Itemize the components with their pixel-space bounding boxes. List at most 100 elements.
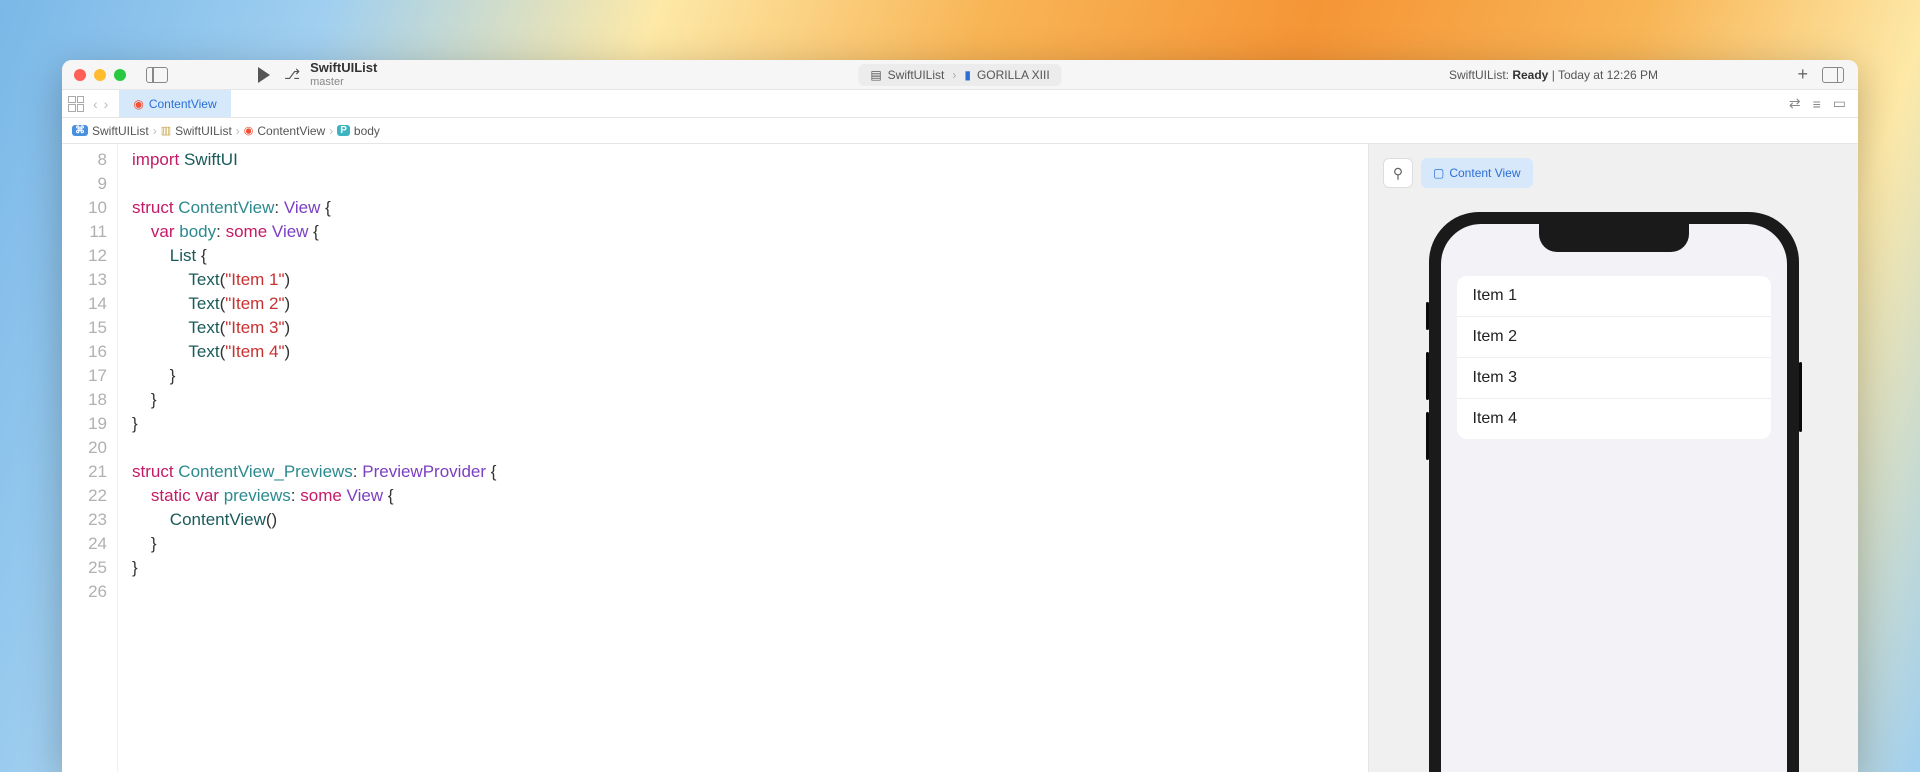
line-number: 23 xyxy=(62,508,107,532)
project-name: SwiftUIList xyxy=(310,61,377,75)
phone-power-button xyxy=(1799,362,1802,432)
breadcrumb-symbol[interactable]: body xyxy=(354,124,380,138)
code-line[interactable]: static var previews: some View { xyxy=(132,484,1368,508)
line-number: 14 xyxy=(62,292,107,316)
scheme-name: SwiftUIList xyxy=(888,68,945,82)
line-number: 10 xyxy=(62,196,107,220)
device-name: GORILLA XIII xyxy=(977,68,1050,82)
code-line[interactable]: } xyxy=(132,388,1368,412)
breadcrumb-project[interactable]: SwiftUIList xyxy=(92,124,149,138)
chevron-right-icon: › xyxy=(952,68,956,82)
swift-icon: ◉ xyxy=(133,97,143,111)
line-number: 13 xyxy=(62,268,107,292)
code-editor[interactable]: 891011121314151617181920212223242526 imp… xyxy=(62,144,1368,772)
code-line[interactable] xyxy=(132,580,1368,604)
line-number: 18 xyxy=(62,388,107,412)
code-line[interactable]: Text("Item 2") xyxy=(132,292,1368,316)
line-number: 17 xyxy=(62,364,107,388)
close-button[interactable] xyxy=(74,69,86,81)
tab-label: ContentView xyxy=(149,97,217,111)
code-line[interactable]: } xyxy=(132,556,1368,580)
project-icon: ⌘ xyxy=(72,125,88,136)
breadcrumb-folder[interactable]: SwiftUIList xyxy=(175,124,232,138)
code-line[interactable]: } xyxy=(132,364,1368,388)
status-text: SwiftUIList: Ready | Today at 12:26 PM xyxy=(1449,68,1658,82)
tabbar-right: ⇄ ≡ ▭ xyxy=(1789,95,1858,112)
right-sidebar-toggle-icon[interactable] xyxy=(1822,67,1844,83)
main-split: 891011121314151617181920212223242526 imp… xyxy=(62,144,1858,772)
add-button[interactable]: + xyxy=(1797,64,1808,85)
pin-icon: ⚲ xyxy=(1393,165,1403,182)
line-number: 25 xyxy=(62,556,107,580)
project-branch: master xyxy=(310,76,377,88)
maximize-button[interactable] xyxy=(114,69,126,81)
phone-volume-up xyxy=(1426,352,1429,400)
chevron-right-icon: › xyxy=(236,124,240,138)
traffic-lights xyxy=(74,69,126,81)
list-item[interactable]: Item 1 xyxy=(1457,276,1771,317)
code-line[interactable]: Text("Item 3") xyxy=(132,316,1368,340)
tab-contentview[interactable]: ◉ ContentView xyxy=(119,90,230,117)
preview-canvas: ⚲ ▢ Content View Item 1Item 2Item 3Item … xyxy=(1368,144,1858,772)
line-number: 22 xyxy=(62,484,107,508)
line-number: 8 xyxy=(62,148,107,172)
preview-label: Content View xyxy=(1449,166,1520,180)
code-line[interactable]: import SwiftUI xyxy=(132,148,1368,172)
nav-forward-button[interactable]: › xyxy=(101,96,112,112)
xcode-window: ⎇ SwiftUIList master ▤ SwiftUIList › ▮ G… xyxy=(62,60,1858,772)
run-button[interactable] xyxy=(258,67,270,83)
phone-screen[interactable]: Item 1Item 2Item 3Item 4 xyxy=(1441,224,1787,772)
phone-icon: ▮ xyxy=(964,68,971,82)
code-line[interactable]: Text("Item 1") xyxy=(132,268,1368,292)
chevron-right-icon: › xyxy=(153,124,157,138)
left-sidebar-toggle-icon[interactable] xyxy=(146,67,168,83)
code-area[interactable]: import SwiftUI struct ContentView: View {… xyxy=(118,144,1368,772)
preview-selector[interactable]: ▢ Content View xyxy=(1421,158,1533,188)
line-number: 15 xyxy=(62,316,107,340)
list-item[interactable]: Item 4 xyxy=(1457,399,1771,439)
code-line[interactable]: struct ContentView: View { xyxy=(132,196,1368,220)
code-line[interactable] xyxy=(132,436,1368,460)
tabbar: ‹ › ◉ ContentView ⇄ ≡ ▭ xyxy=(62,90,1858,118)
titlebar: ⎇ SwiftUIList master ▤ SwiftUIList › ▮ G… xyxy=(62,60,1858,90)
code-line[interactable]: } xyxy=(132,412,1368,436)
swift-icon: ◉ xyxy=(244,124,254,137)
line-number: 12 xyxy=(62,244,107,268)
folder-icon: ▥ xyxy=(161,124,171,137)
property-icon: P xyxy=(337,125,350,136)
window-icon: ▢ xyxy=(1433,166,1444,180)
code-line[interactable]: ContentView() xyxy=(132,508,1368,532)
line-number: 11 xyxy=(62,220,107,244)
list-item[interactable]: Item 3 xyxy=(1457,358,1771,399)
line-number: 19 xyxy=(62,412,107,436)
branch-icon: ⎇ xyxy=(284,66,300,83)
nav-back-button[interactable]: ‹ xyxy=(90,96,101,112)
line-gutter: 891011121314151617181920212223242526 xyxy=(62,144,118,772)
scheme-device-selector[interactable]: ▤ SwiftUIList › ▮ GORILLA XIII xyxy=(858,64,1061,86)
line-number: 21 xyxy=(62,460,107,484)
code-line[interactable]: Text("Item 4") xyxy=(132,340,1368,364)
phone-volume-down xyxy=(1426,412,1429,460)
breadcrumb-file[interactable]: ContentView xyxy=(257,124,325,138)
phone-notch xyxy=(1539,224,1689,252)
pin-button[interactable]: ⚲ xyxy=(1383,158,1413,188)
preview-toolbar: ⚲ ▢ Content View xyxy=(1383,158,1844,188)
code-line[interactable]: List { xyxy=(132,244,1368,268)
line-number: 16 xyxy=(62,340,107,364)
code-line[interactable]: struct ContentView_Previews: PreviewProv… xyxy=(132,460,1368,484)
code-line[interactable]: var body: some View { xyxy=(132,220,1368,244)
editor-options-icon[interactable]: ▭ xyxy=(1833,95,1846,112)
app-icon: ▤ xyxy=(870,68,881,82)
list-item[interactable]: Item 2 xyxy=(1457,317,1771,358)
minimize-button[interactable] xyxy=(94,69,106,81)
refresh-icon[interactable]: ⇄ xyxy=(1789,95,1801,112)
line-number: 24 xyxy=(62,532,107,556)
swiftui-list[interactable]: Item 1Item 2Item 3Item 4 xyxy=(1457,276,1771,439)
breadcrumb[interactable]: ⌘ SwiftUIList › ▥ SwiftUIList › ◉ Conten… xyxy=(62,118,1858,144)
related-items-icon[interactable] xyxy=(68,96,84,112)
code-line[interactable] xyxy=(132,172,1368,196)
code-line[interactable]: } xyxy=(132,532,1368,556)
adjust-editor-icon[interactable]: ≡ xyxy=(1813,96,1821,112)
chevron-right-icon: › xyxy=(329,124,333,138)
project-selector[interactable]: SwiftUIList master xyxy=(310,61,377,87)
